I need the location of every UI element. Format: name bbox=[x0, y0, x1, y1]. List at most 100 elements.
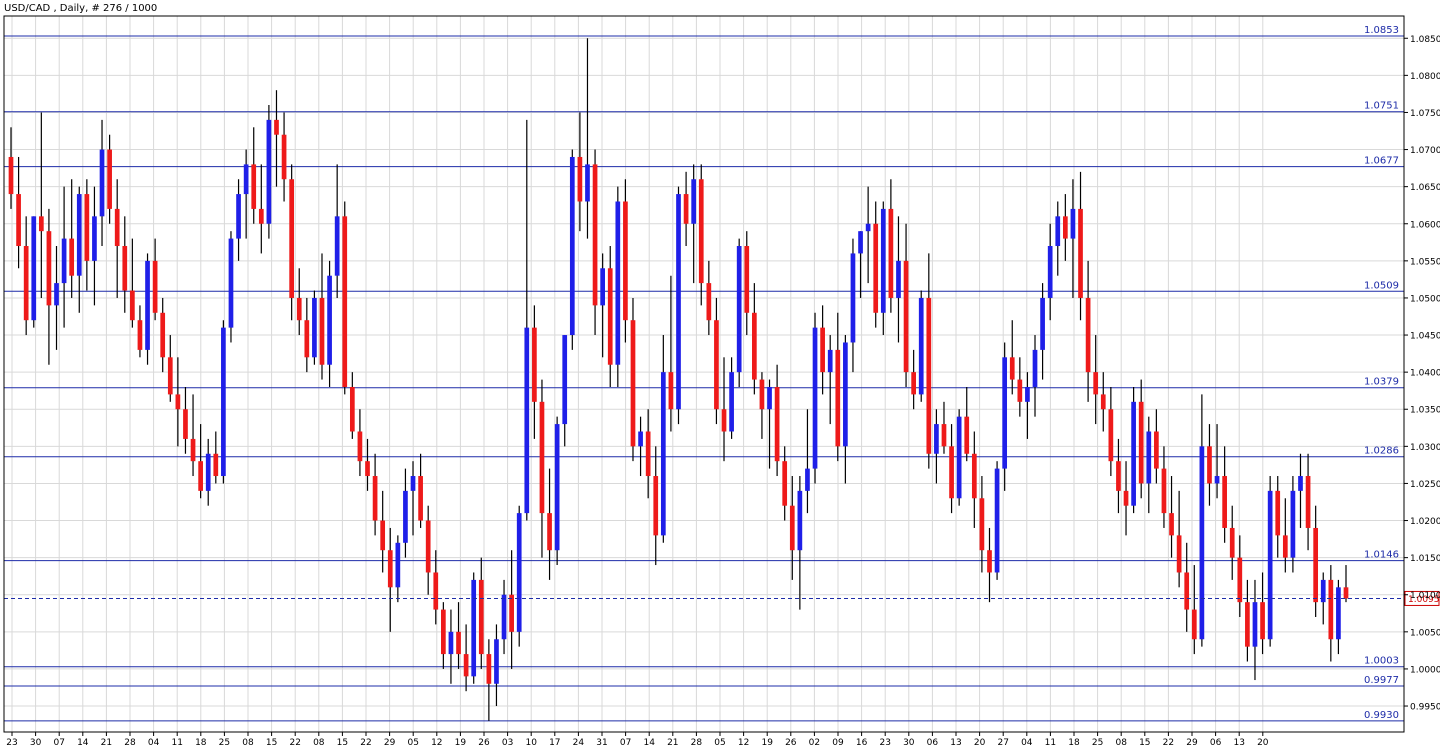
candle-body-bear bbox=[911, 372, 916, 395]
candle-body-bear bbox=[714, 320, 719, 410]
candles bbox=[8, 38, 1349, 721]
y-tick-label: 1.0600 bbox=[1410, 220, 1440, 230]
candle-body-bear bbox=[987, 550, 992, 573]
candle-body-bull bbox=[266, 119, 272, 224]
x-tick-label: 06 bbox=[1210, 738, 1222, 748]
x-tick-label: 25 bbox=[219, 738, 230, 748]
x-tick-label: 16 bbox=[856, 738, 868, 748]
candle-body-bull bbox=[1298, 476, 1303, 491]
x-tick-label: 12 bbox=[738, 738, 749, 748]
x-tick-label: 02 bbox=[809, 738, 820, 748]
candle-body-bear bbox=[1123, 490, 1129, 506]
candle-body-bear bbox=[258, 208, 264, 224]
candle-body-bull bbox=[524, 327, 530, 514]
candle-body-bear bbox=[888, 208, 894, 298]
candle-body-bear bbox=[84, 194, 90, 261]
candle-body-bear bbox=[456, 631, 461, 655]
candle-body-bear bbox=[1313, 527, 1319, 603]
candle-body-bull bbox=[676, 194, 681, 410]
candle-body-bear bbox=[8, 156, 14, 195]
y-tick-label: 1.0550 bbox=[1410, 257, 1440, 267]
candle-body-bear bbox=[721, 409, 727, 432]
candle-body-bull bbox=[516, 513, 522, 632]
y-tick-label: 1.0400 bbox=[1410, 369, 1440, 379]
candle-body-bear bbox=[372, 476, 378, 521]
candle-body-bear bbox=[425, 520, 431, 573]
candle-body-bear bbox=[296, 297, 302, 321]
x-tick-label: 18 bbox=[195, 738, 207, 748]
x-tick-label: 24 bbox=[573, 738, 585, 748]
candle-body-bear bbox=[1116, 461, 1121, 491]
candle-body-bear bbox=[274, 119, 279, 135]
x-tick-label: 19 bbox=[761, 738, 773, 748]
candle-body-bear bbox=[69, 238, 75, 276]
candle-body-bear bbox=[304, 320, 310, 358]
candle-body-bear bbox=[137, 320, 143, 350]
x-tick-label: 07 bbox=[53, 738, 64, 748]
candle-body-bear bbox=[1176, 535, 1182, 573]
x-tick-label: 03 bbox=[502, 738, 513, 748]
candle-body-bull bbox=[691, 179, 697, 224]
time-axis: 23 30 07 14 21 28 04 11 18 25 08 15 22 08 15 22 29 05 12 19… bbox=[6, 732, 1269, 748]
candle-body-bear bbox=[971, 453, 977, 499]
x-tick-label: 13 bbox=[950, 738, 961, 748]
candle-body-bear bbox=[835, 349, 841, 447]
candle-body-bull bbox=[1199, 446, 1205, 640]
candle-body-bear bbox=[183, 409, 188, 439]
candle-body-bear bbox=[342, 216, 348, 387]
candle-body-bear bbox=[668, 372, 674, 410]
x-tick-label: 14 bbox=[643, 738, 655, 748]
candle-body-bear bbox=[903, 260, 909, 373]
candle-body-bull bbox=[569, 156, 575, 336]
candle-body-bull bbox=[918, 297, 924, 395]
candle-body-bear bbox=[547, 513, 552, 551]
candle-body-bull bbox=[1146, 431, 1152, 484]
candle-body-bull bbox=[1002, 357, 1008, 469]
candle-body-bear bbox=[509, 594, 514, 632]
level-label: 0.9930 bbox=[1364, 710, 1399, 721]
x-tick-label: 08 bbox=[1115, 738, 1127, 748]
candle-body-bull bbox=[61, 238, 67, 284]
y-tick-label: 1.0350 bbox=[1410, 406, 1440, 416]
candle-body-bear bbox=[16, 194, 21, 247]
x-tick-label: 23 bbox=[879, 738, 890, 748]
candle-body-bear bbox=[1108, 409, 1114, 462]
x-tick-label: 27 bbox=[997, 738, 1008, 748]
candle-body-bull bbox=[994, 468, 1000, 573]
candle-body-bull bbox=[585, 164, 590, 202]
candle-body-bull bbox=[1290, 490, 1296, 558]
candle-body-bear bbox=[941, 424, 947, 447]
candle-body-bull bbox=[410, 476, 416, 491]
candle-body-bull bbox=[92, 216, 97, 261]
candle-body-bull bbox=[843, 342, 848, 447]
x-tick-label: 13 bbox=[1233, 738, 1244, 748]
candle-body-bear bbox=[251, 164, 257, 209]
level-label: 0.9977 bbox=[1364, 675, 1399, 686]
chart-area: 1.0853 1.0751 1.0677 1.0509 1.0379 1.0286 1.01… bbox=[0, 0, 1440, 749]
candle-body-bear bbox=[357, 431, 363, 462]
x-tick-label: 14 bbox=[77, 738, 89, 748]
candle-body-bull bbox=[562, 335, 568, 425]
x-tick-label: 31 bbox=[596, 738, 607, 748]
y-tick-label: 1.0800 bbox=[1410, 72, 1440, 82]
candle-body-bear bbox=[160, 312, 166, 358]
candle-body-bear bbox=[577, 156, 583, 202]
candle-body-bull bbox=[221, 327, 226, 477]
x-tick-label: 22 bbox=[360, 738, 371, 748]
candle-body-bear bbox=[281, 134, 287, 180]
x-tick-label: 28 bbox=[124, 738, 136, 748]
candle-body-bear bbox=[463, 654, 469, 677]
x-tick-label: 15 bbox=[1139, 738, 1150, 748]
candle-body-bear bbox=[349, 386, 355, 432]
candle-body-bull bbox=[54, 283, 59, 306]
x-tick-label: 25 bbox=[1092, 738, 1103, 748]
candle-body-bear bbox=[964, 416, 970, 454]
candle-body-bear bbox=[1100, 394, 1106, 410]
candle-body-bull bbox=[395, 542, 401, 588]
candle-body-bull bbox=[1055, 216, 1061, 247]
x-tick-label: 09 bbox=[832, 738, 844, 748]
y-tick-label: 0.9950 bbox=[1410, 703, 1440, 713]
candle-body-bear bbox=[198, 461, 203, 491]
level-label: 1.0286 bbox=[1364, 446, 1399, 457]
y-tick-label: 1.0000 bbox=[1410, 665, 1440, 675]
